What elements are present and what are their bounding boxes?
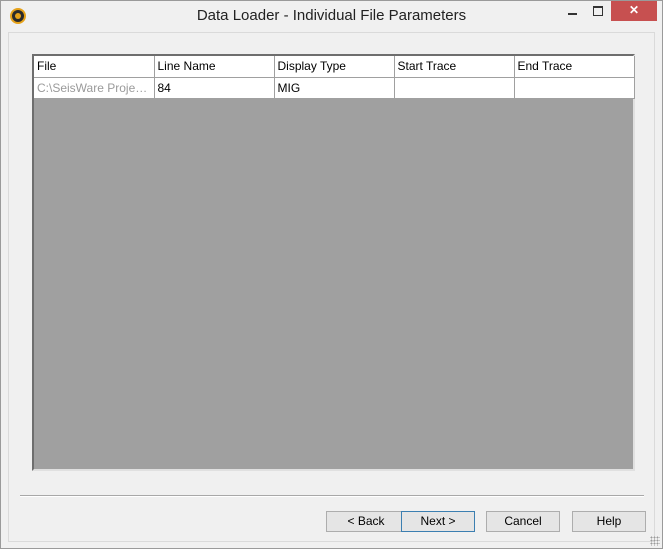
- next-button[interactable]: Next >: [401, 511, 475, 532]
- resize-grip-icon[interactable]: [650, 536, 660, 546]
- display-type-cell[interactable]: MIG: [274, 77, 395, 99]
- column-header-display-type[interactable]: Display Type: [274, 56, 395, 78]
- maximize-icon: [593, 5, 603, 16]
- dialog-client-area: File Line Name Display Type Start Trace …: [8, 32, 655, 542]
- table-header-row: File Line Name Display Type Start Trace …: [34, 56, 635, 78]
- file-parameters-table: File Line Name Display Type Start Trace …: [34, 56, 635, 99]
- file-parameters-grid[interactable]: File Line Name Display Type Start Trace …: [32, 54, 635, 471]
- column-header-start-trace[interactable]: Start Trace: [394, 56, 515, 78]
- start-trace-cell[interactable]: [394, 77, 515, 99]
- line-name-cell[interactable]: 84: [154, 77, 275, 99]
- help-button[interactable]: Help: [572, 511, 646, 532]
- back-button[interactable]: < Back: [326, 511, 406, 532]
- close-button[interactable]: ✕: [611, 1, 657, 21]
- minimize-button[interactable]: [559, 1, 585, 21]
- title-bar[interactable]: Data Loader - Individual File Parameters…: [1, 1, 662, 32]
- data-loader-window: Data Loader - Individual File Parameters…: [0, 0, 663, 549]
- maximize-button[interactable]: [585, 1, 611, 21]
- column-header-end-trace[interactable]: End Trace: [514, 56, 635, 78]
- end-trace-cell[interactable]: [514, 77, 635, 99]
- column-header-line-name[interactable]: Line Name: [154, 56, 275, 78]
- table-row: C:\SeisWare Project... 84 MIG: [34, 77, 635, 99]
- column-header-file[interactable]: File: [34, 56, 155, 78]
- divider: [20, 495, 644, 497]
- minimize-icon: [567, 12, 577, 15]
- file-cell: C:\SeisWare Project...: [34, 77, 155, 99]
- close-icon: ✕: [628, 3, 640, 17]
- cancel-button[interactable]: Cancel: [486, 511, 560, 532]
